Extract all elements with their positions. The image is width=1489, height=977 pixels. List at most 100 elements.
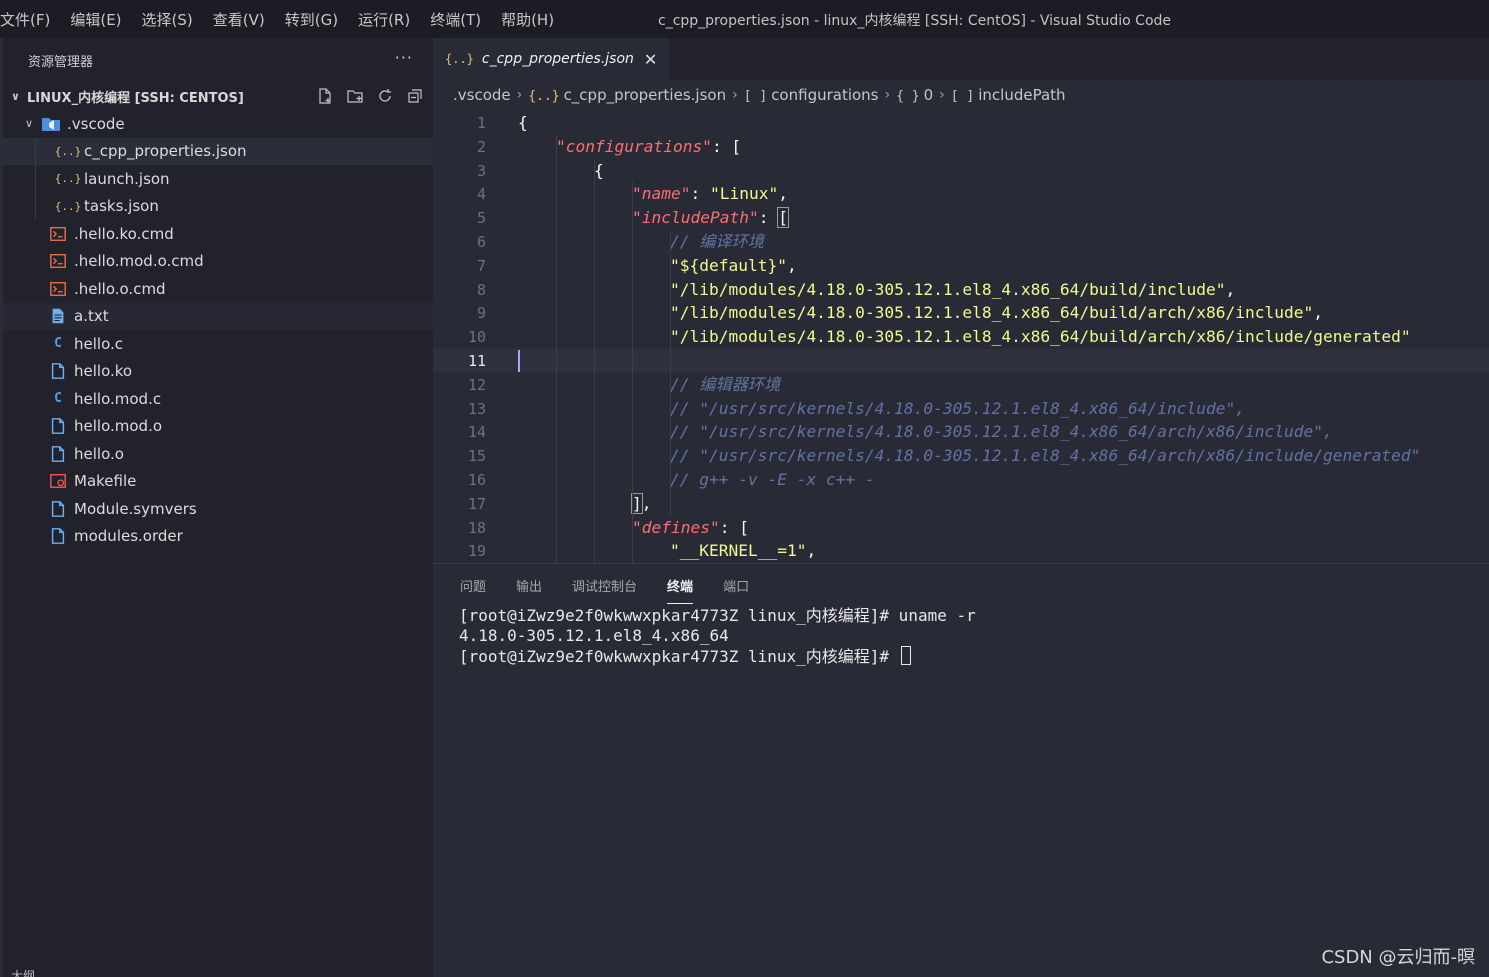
tree-item[interactable]: Makefile <box>3 468 433 496</box>
line-number: 17 <box>467 494 486 513</box>
terminal-text: [root@iZwz9e2f0wkwwxpkar4773Z linux_内核编程… <box>459 647 899 666</box>
tree-item[interactable]: .hello.ko.cmd <box>3 220 433 248</box>
refresh-icon[interactable] <box>375 86 395 106</box>
file-icon <box>48 499 68 519</box>
text-cursor <box>518 350 520 372</box>
code-text: // "/usr/src/kernels/4.18.0-305.12.1.el8… <box>670 420 1333 444</box>
tree-item-label: hello.c <box>74 334 123 353</box>
breadcrumb-item[interactable]: { } 0 <box>896 86 933 104</box>
json-string: "/lib/modules/4.18.0-305.12.1.el8_4.x86_… <box>670 279 1226 299</box>
line-number: 2 <box>476 137 486 156</box>
punctuation: , <box>641 493 652 513</box>
tree-item-label: .hello.o.cmd <box>74 279 166 298</box>
line-number: 7 <box>476 256 486 275</box>
title-bar: 文件(F) 编辑(E) 选择(S) 查看(V) 转到(G) 运行(R) 终端(T) 帮助(H)… <box>0 0 1489 38</box>
code-line: 1{ <box>433 111 1489 135</box>
menu-item[interactable]: 选择(S) <box>142 9 203 30</box>
code-comment: // "/usr/src/kernels/4.18.0-305.12.1.el8… <box>670 398 1245 418</box>
workspace-header[interactable]: ∨ LINUX_内核编程 [SSH: CENTOS] <box>3 82 433 110</box>
terminal-line: [root@iZwz9e2f0wkwwxpkar4773Z linux_内核编程… <box>459 606 1489 626</box>
breadcrumb-item[interactable]: {..} c_cpp_properties.json <box>528 86 726 104</box>
code-text: // "/usr/src/kernels/4.18.0-305.12.1.el8… <box>670 397 1245 421</box>
tree-item[interactable]: .hello.mod.o.cmd <box>3 248 433 276</box>
tree-item-label: hello.o <box>74 444 124 463</box>
tree-item[interactable]: Chello.c <box>3 330 433 358</box>
punctuation: : <box>690 184 710 204</box>
code-text: "defines": [ <box>632 516 749 540</box>
line-number: 14 <box>467 423 486 442</box>
c-file-icon: C <box>54 336 62 352</box>
line-number: 6 <box>476 233 486 251</box>
panel-tab[interactable]: 调试控制台 <box>572 564 637 606</box>
tree-item[interactable]: Module.symvers <box>3 495 433 523</box>
code-text: { <box>594 159 604 183</box>
menu-item[interactable]: 编辑(E) <box>70 9 131 30</box>
tree-item[interactable]: .hello.o.cmd <box>3 275 433 303</box>
code-line: 4 "name": "Linux", <box>433 182 1489 206</box>
code-line: 9 "/lib/modules/4.18.0-305.12.1.el8_4.x86… <box>433 301 1489 325</box>
shell-icon <box>48 251 68 271</box>
menu-item[interactable]: 查看(V) <box>213 9 275 30</box>
collapse-all-icon[interactable] <box>405 86 425 106</box>
tree-item-label: hello.mod.o <box>74 417 163 436</box>
close-icon[interactable]: ✕ <box>644 50 657 69</box>
panel-tab[interactable]: 问题 <box>460 564 486 606</box>
code-line: 18 "defines": [ <box>433 516 1489 540</box>
tree-item[interactable]: modules.order <box>3 523 433 551</box>
menu-item[interactable]: 终端(T) <box>430 9 491 30</box>
array-icon: [ ] <box>743 89 768 104</box>
menu-item[interactable]: 文件(F) <box>0 9 60 30</box>
code-line: 3{ <box>433 159 1489 183</box>
panel-tab[interactable]: 终端 <box>667 564 694 606</box>
breadcrumb-item[interactable]: [ ] configurations <box>744 86 879 104</box>
tree-item[interactable]: {..} c_cpp_properties.json <box>3 137 433 165</box>
code-line: 13 // "/usr/src/kernels/4.18.0-305.12.1.e… <box>433 397 1489 421</box>
menu-item[interactable]: 转到(G) <box>285 9 348 30</box>
new-folder-icon[interactable] <box>345 86 365 106</box>
menu-item[interactable]: 运行(R) <box>358 9 420 30</box>
code-comment: // 编译环境 <box>670 232 764 251</box>
panel-tab[interactable]: 端口 <box>723 564 749 606</box>
chevron-down-icon: ∨ <box>11 89 20 103</box>
tree-item[interactable]: ∨ .vscode <box>3 110 433 138</box>
menu-item[interactable]: 帮助(H) <box>501 9 564 30</box>
chevron-right-icon: › <box>939 87 945 103</box>
code-text: // 编译环境 <box>670 230 764 254</box>
text-file-icon <box>48 306 68 326</box>
tree-item-label: Makefile <box>74 472 137 491</box>
panel-tab[interactable]: 输出 <box>516 564 542 606</box>
punctuation: , <box>786 255 797 275</box>
outline-header[interactable]: 大纲 <box>3 967 433 977</box>
tree-item[interactable]: {..} launch.json <box>3 165 433 193</box>
shell-icon <box>48 224 68 244</box>
indent-guide <box>594 158 595 563</box>
tree-item-label: tasks.json <box>84 197 159 216</box>
terminal[interactable]: [root@iZwz9e2f0wkwwxpkar4773Z linux_内核编程… <box>433 606 1489 666</box>
breadcrumb-item[interactable]: .vscode <box>453 86 511 104</box>
tree-item[interactable]: a.txt <box>3 302 433 330</box>
tree-item[interactable]: hello.mod.o <box>3 413 433 441</box>
breadcrumb-item[interactable]: [ ] includePath <box>951 86 1066 104</box>
json-string: "Linux" <box>709 184 779 204</box>
array-icon: [ ] <box>950 89 975 104</box>
punctuation: : [ <box>719 517 749 537</box>
tree-item[interactable]: {..} tasks.json <box>3 192 433 220</box>
code-text: ], <box>631 492 652 516</box>
tree-item[interactable]: Chello.mod.c <box>3 385 433 413</box>
tree-item[interactable]: hello.o <box>3 440 433 468</box>
tab-c-cpp-properties[interactable]: {..} c_cpp_properties.json ✕ <box>433 38 670 80</box>
line-number: 8 <box>476 280 486 299</box>
code-editor[interactable]: 1{2 "configurations": [3{4 "name": "Linux"… <box>433 110 1489 563</box>
code-text: { <box>518 111 528 135</box>
new-file-icon[interactable] <box>315 86 335 106</box>
code-line: 16 // g++ -v -E -x c++ - <box>433 468 1489 492</box>
more-actions-icon[interactable]: ··· <box>395 48 413 67</box>
editor-area: {..} c_cpp_properties.json ✕ .vscode › {..… <box>433 38 1489 563</box>
tree-item[interactable]: hello.ko <box>3 358 433 386</box>
punctuation: { <box>594 160 604 180</box>
breadcrumb-label: 0 <box>923 86 934 104</box>
code-line: 10 "/lib/modules/4.18.0-305.12.1.el8_4.x8… <box>433 325 1489 349</box>
code-text: "/lib/modules/4.18.0-305.12.1.el8_4.x86_… <box>670 325 1411 349</box>
json-key: "includePath" <box>632 208 759 228</box>
json-string: "/lib/modules/4.18.0-305.12.1.el8_4.x86_… <box>670 327 1411 347</box>
